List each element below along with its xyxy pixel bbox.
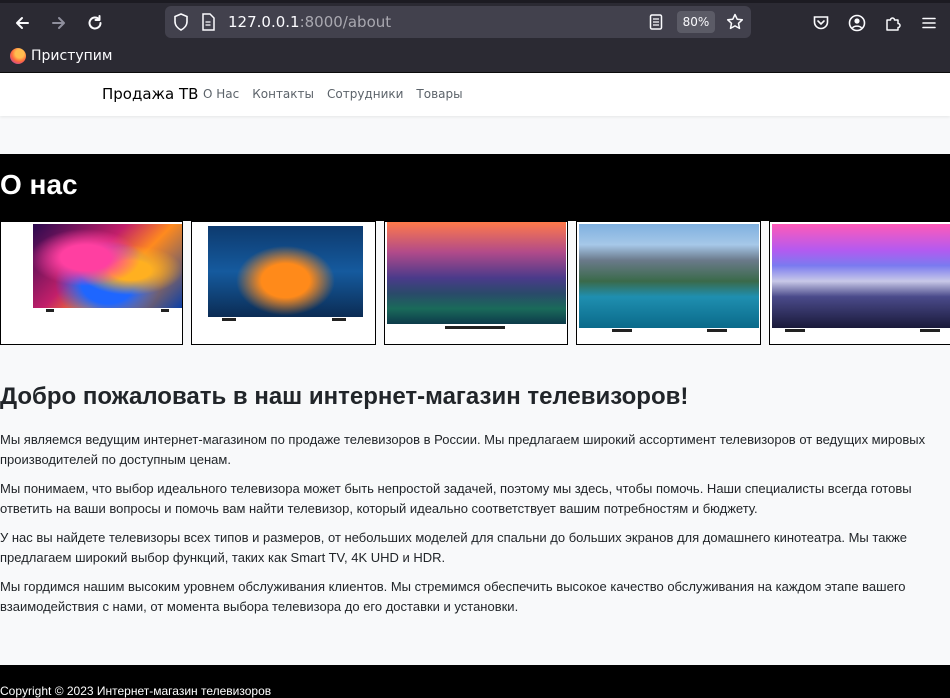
nav-link-employees[interactable]: Сотрудники (327, 87, 403, 101)
hero-title: О нас (0, 169, 78, 200)
tv-image-3 (384, 221, 568, 345)
forward-icon[interactable] (47, 11, 71, 35)
nav-links: О Нас Контакты Сотрудники Товары (203, 87, 463, 101)
paragraph: У нас вы найдете телевизоры всех типов и… (0, 530, 908, 565)
url-text[interactable]: 127.0.0.1:8000/about (228, 13, 391, 31)
pocket-icon[interactable] (809, 11, 833, 35)
extensions-icon[interactable] (881, 11, 905, 35)
reload-icon[interactable] (83, 11, 107, 35)
nav-link-products[interactable]: Товары (416, 87, 462, 101)
url-host: 127.0.0.1 (228, 13, 300, 31)
main-content: Добро пожаловать в наш интернет-магазин … (0, 383, 950, 626)
brand-link[interactable]: Продажа ТВ (102, 85, 198, 103)
firefox-icon (10, 48, 26, 64)
browser-toolbar: 127.0.0.1:8000/about 80% (0, 0, 950, 44)
copyright-text: Copyright © 2023 Интернет-магазин телеви… (0, 684, 272, 698)
shield-icon[interactable] (173, 13, 189, 35)
tv-image-4 (576, 221, 761, 345)
welcome-heading: Добро пожаловать в наш интернет-магазин … (0, 383, 689, 410)
page-icon[interactable] (201, 13, 215, 35)
nav-link-about[interactable]: О Нас (203, 87, 239, 101)
bookmarks-toolbar: Приступим (0, 44, 950, 73)
tab-strip (0, 0, 950, 3)
star-icon[interactable] (726, 13, 744, 35)
reader-icon[interactable] (649, 13, 663, 35)
tv-image-5 (769, 221, 950, 345)
tv-image-2 (191, 221, 376, 345)
bookmark-label: Приступим (31, 48, 113, 64)
bookmark-item[interactable]: Приступим (10, 48, 112, 64)
back-icon[interactable] (10, 11, 34, 35)
account-icon[interactable] (845, 11, 869, 35)
url-bar[interactable]: 127.0.0.1:8000/about 80% (165, 6, 751, 38)
menu-icon[interactable] (917, 11, 941, 35)
paragraph: Мы понимаем, что выбор идеального телеви… (0, 481, 912, 516)
site-navbar: Продажа ТВ О Нас Контакты Сотрудники Тов… (0, 73, 950, 116)
paragraph: Мы являемся ведущим интернет-магазином п… (0, 432, 926, 467)
paragraph: Мы гордимся нашим высоким уровнем обслуж… (0, 579, 906, 614)
tv-image-1 (0, 221, 183, 345)
zoom-badge[interactable]: 80% (677, 11, 715, 33)
tv-gallery (0, 221, 950, 345)
site-footer: Copyright © 2023 Интернет-магазин телеви… (0, 665, 950, 698)
nav-link-contacts[interactable]: Контакты (252, 87, 314, 101)
hero-banner: О нас (0, 154, 950, 221)
url-path: :8000/about (299, 13, 392, 31)
